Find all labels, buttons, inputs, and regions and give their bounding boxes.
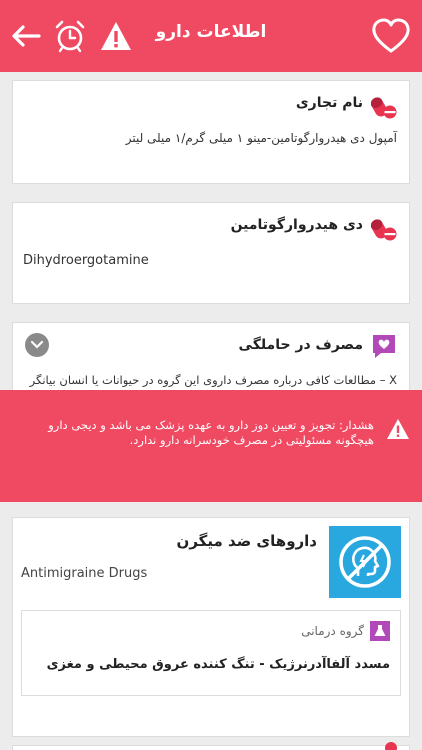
app-header: اطلاعات دارو (0, 0, 422, 72)
warning-icon (387, 419, 409, 439)
chevron-down-icon[interactable] (25, 333, 49, 357)
pill-icon (385, 742, 397, 750)
no-headache-icon (329, 526, 401, 598)
group-label: گروه درمانی (301, 624, 364, 638)
therapeutic-group-box: گروه درمانی مسدد آلفاآدرنرژیک - تنگ کنند… (21, 610, 401, 696)
pill-icon (371, 219, 397, 241)
pregnancy-icon (373, 335, 395, 358)
heart-icon[interactable] (370, 18, 412, 54)
next-card (12, 742, 410, 750)
generic-name-value: Dihydroergotamine (23, 253, 149, 268)
drug-class-title-en: Antimigraine Drugs (21, 566, 148, 581)
brand-name-value: آمپول دی هیدروارگوتامین-مینو ۱ میلی گرم/… (125, 131, 397, 145)
pregnancy-title: مصرف در حاملگی (238, 337, 363, 353)
pill-icon (371, 97, 397, 119)
page-title: اطلاعات دارو (155, 22, 267, 42)
group-value: مسدد آلفاآدرنرژیک - تنگ کننده عروق محیطی… (46, 657, 390, 672)
warning-text: هشدار: تجویز و تعیین دوز دارو به عهده پز… (48, 418, 374, 447)
brand-name-title: نام تجاری (295, 95, 363, 111)
brand-name-card: نام تجاری آمپول دی هیدروارگوتامین-مینو ۱… (12, 80, 410, 184)
flask-icon (370, 621, 390, 641)
drug-class-title-fa: داروهای ضد میگرن (176, 532, 317, 550)
warning-banner: هشدار: تجویز و تعیین دوز دارو به عهده پز… (0, 390, 422, 502)
drug-class-card[interactable]: داروهای ضد میگرن Antimigraine Drugs گروه… (12, 517, 410, 737)
generic-name-card: دی هیدروارگوتامین Dihydroergotamine (12, 202, 410, 304)
generic-name-title: دی هیدروارگوتامین (230, 217, 363, 233)
pregnancy-value: X – مطالعات کافی درباره مصرف داروی این گ… (29, 373, 397, 387)
